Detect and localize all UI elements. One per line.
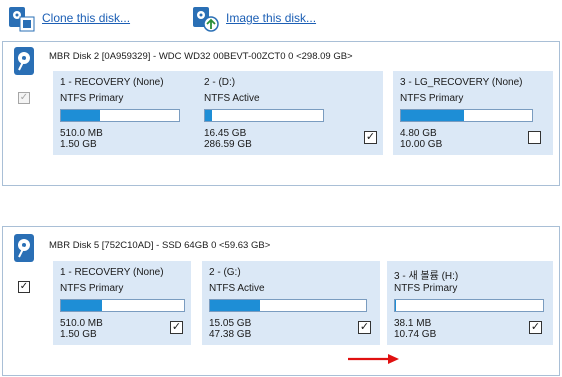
usage-bar bbox=[60, 299, 185, 312]
usage-bar-fill bbox=[205, 110, 213, 121]
right-arrow-icon bbox=[348, 353, 400, 365]
partition-checkbox[interactable]: ✓ bbox=[529, 321, 542, 334]
disk-title: MBR Disk 2 [0A959329] - WDC WD32 00BEVT-… bbox=[49, 51, 353, 62]
usage-bar bbox=[204, 109, 324, 122]
disk-select-checkbox[interactable]: ✓ bbox=[18, 281, 30, 293]
partition-checkbox[interactable]: ✓ bbox=[358, 321, 371, 334]
clone-disk-link[interactable]: Clone this disk... bbox=[6, 3, 130, 33]
usage-bar bbox=[60, 109, 180, 122]
partition-used: 16.45 GB bbox=[204, 128, 247, 139]
partition-total: 1.50 GB bbox=[60, 139, 97, 150]
partition-total: 10.74 GB bbox=[394, 329, 437, 340]
partition-used: 38.1 MB bbox=[394, 318, 432, 329]
hard-disk-icon bbox=[13, 46, 35, 76]
usage-bar-fill bbox=[61, 110, 100, 121]
partition-card[interactable]: 3 - 새 볼륨 (H:) NTFS Primary 38.1 MB 10.74… bbox=[387, 261, 553, 345]
partition-card[interactable]: 2 - (D:) NTFS Active 16.45 GB 286.59 GB … bbox=[197, 71, 383, 155]
usage-bar bbox=[400, 109, 533, 122]
partition-name: 3 - 새 볼륨 (H:) bbox=[394, 271, 459, 282]
disk-panel[interactable]: ✓ MBR Disk 2 [0A959329] - WDC WD32 00BEV… bbox=[2, 41, 560, 186]
partition-total: 47.38 GB bbox=[209, 329, 252, 340]
usage-bar bbox=[209, 299, 367, 312]
partition-total: 286.59 GB bbox=[204, 139, 252, 150]
partition-used: 4.80 GB bbox=[400, 128, 437, 139]
partition-used: 510.0 MB bbox=[60, 128, 103, 139]
partition-total: 1.50 GB bbox=[60, 329, 97, 340]
partition-filesystem: NTFS Primary bbox=[394, 283, 458, 294]
partition-name: 3 - LG_RECOVERY (None) bbox=[400, 77, 523, 88]
partition-filesystem: NTFS Active bbox=[209, 283, 265, 294]
partition-name: 2 - (G:) bbox=[209, 267, 241, 278]
clone-disk-label[interactable]: Clone this disk... bbox=[42, 11, 130, 25]
partition-used: 15.05 GB bbox=[209, 318, 252, 329]
partition-card[interactable]: 1 - RECOVERY (None) NTFS Primary 510.0 M… bbox=[53, 261, 191, 345]
partition-checkbox[interactable]: ✓ bbox=[170, 321, 183, 334]
image-disk-label[interactable]: Image this disk... bbox=[226, 11, 316, 25]
partition-card[interactable]: 2 - (G:) NTFS Active 15.05 GB 47.38 GB ✓ bbox=[202, 261, 380, 345]
partition-used: 510.0 MB bbox=[60, 318, 103, 329]
usage-bar-fill bbox=[401, 110, 464, 121]
partition-name: 2 - (D:) bbox=[204, 77, 236, 88]
usage-bar-fill bbox=[210, 300, 260, 311]
partition-total: 10.00 GB bbox=[400, 139, 443, 150]
usage-bar-fill bbox=[395, 300, 396, 311]
disk-select-checkbox[interactable]: ✓ bbox=[18, 92, 30, 104]
partition-filesystem: NTFS Active bbox=[204, 93, 260, 104]
partition-card[interactable]: 3 - LG_RECOVERY (None) NTFS Primary 4.80… bbox=[393, 71, 553, 155]
partition-name: 1 - RECOVERY (None) bbox=[60, 77, 164, 88]
usage-bar-fill bbox=[61, 300, 102, 311]
usage-bar bbox=[394, 299, 544, 312]
disk-title: MBR Disk 5 [752C10AD] - SSD 64GB 0 <59.6… bbox=[49, 240, 271, 251]
partition-filesystem: NTFS Primary bbox=[400, 93, 464, 104]
image-disk-icon bbox=[190, 3, 220, 33]
partition-filesystem: NTFS Primary bbox=[60, 283, 124, 294]
partition-filesystem: NTFS Primary bbox=[60, 93, 124, 104]
partition-checkbox[interactable] bbox=[528, 131, 541, 144]
clone-disk-icon bbox=[6, 3, 36, 33]
partition-name: 1 - RECOVERY (None) bbox=[60, 267, 164, 278]
partition-checkbox[interactable]: ✓ bbox=[364, 131, 377, 144]
disk-panel[interactable]: ✓ MBR Disk 5 [752C10AD] - SSD 64GB 0 <59… bbox=[2, 226, 560, 376]
image-disk-link[interactable]: Image this disk... bbox=[190, 3, 316, 33]
hard-disk-icon bbox=[13, 233, 35, 263]
